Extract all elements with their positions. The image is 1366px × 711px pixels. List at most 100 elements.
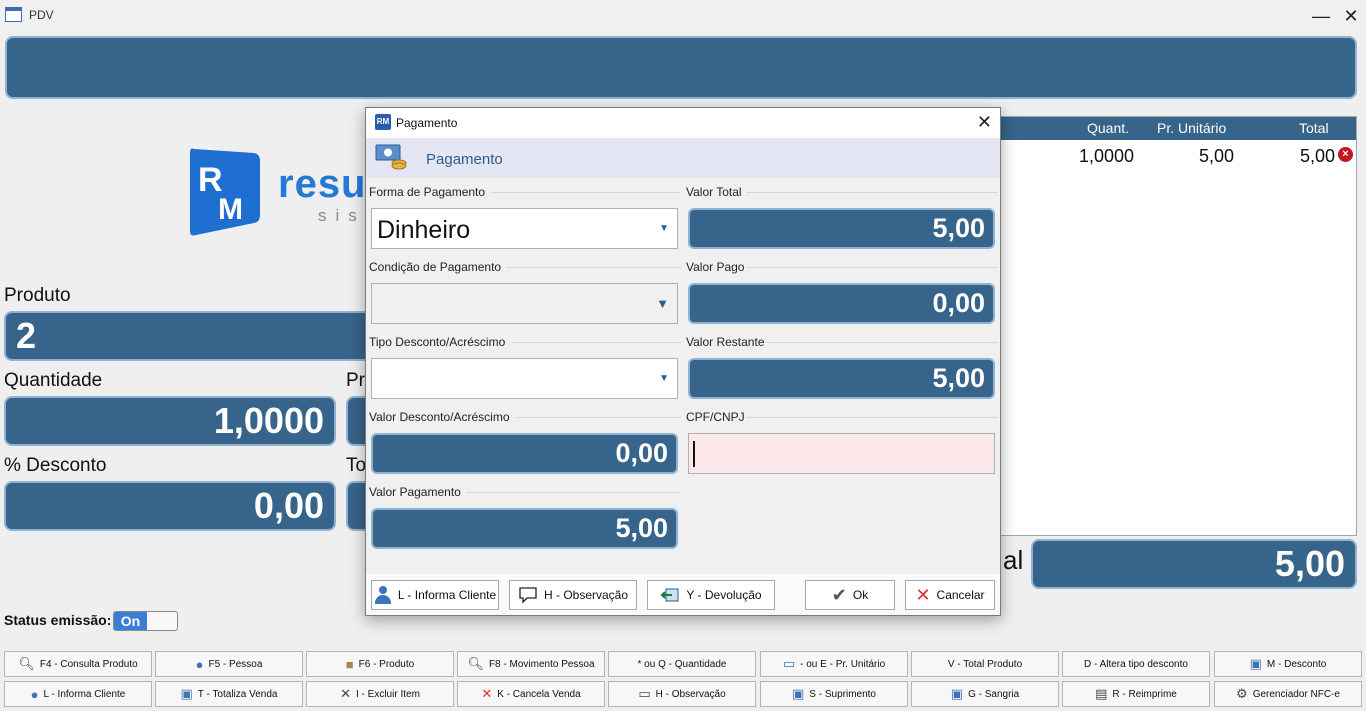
- search-icon: 🔍︎: [467, 656, 484, 671]
- money-icon: ▣: [180, 686, 193, 701]
- cancel-button[interactable]: ✕ Cancelar: [905, 580, 995, 610]
- quantidade-field[interactable]: 1,0000: [4, 396, 336, 446]
- forma-pagamento-select[interactable]: Dinheiro ▼: [371, 208, 678, 249]
- cancela-venda-button[interactable]: ✕ K - Cancela Venda: [457, 681, 605, 707]
- gerenciador-nfce-button[interactable]: ⚙ Gerenciador NFC-e: [1214, 681, 1362, 707]
- total-field: 5,00: [1031, 539, 1357, 589]
- row-total: 5,00: [1300, 146, 1336, 166]
- button-label: S - Suprimento: [809, 688, 876, 700]
- comment-icon: ▭: [638, 686, 651, 701]
- dialog-close-button[interactable]: ✕: [977, 112, 992, 133]
- button-label: V - Total Produto: [947, 658, 1023, 670]
- divider: [511, 342, 681, 343]
- divider: [466, 492, 681, 493]
- dialog-footer: L - Informa Cliente H - Observação Y - D…: [366, 574, 1000, 615]
- valor-total-field: 5,00: [688, 208, 995, 249]
- button-label: * ou Q - Quantidade: [637, 658, 727, 670]
- devolucao-button[interactable]: Y - Devolução: [647, 580, 775, 610]
- suprimento-button[interactable]: ▣ S - Suprimento: [760, 681, 908, 707]
- excluir-item-button[interactable]: ✕ I - Excluir Item: [306, 681, 454, 707]
- produto-button[interactable]: ■ F6 - Produto: [306, 651, 454, 677]
- money-icon: ▣: [792, 686, 805, 701]
- quantidade-button[interactable]: * ou Q - Quantidade: [608, 651, 756, 677]
- button-label: K - Cancela Venda: [497, 688, 581, 700]
- button-label: F8 - Movimento Pessoa: [488, 658, 595, 670]
- consulta-produto-button[interactable]: 🔍︎ F4 - Consulta Produto: [4, 651, 152, 677]
- total-label: al: [1003, 545, 1024, 575]
- status-toggle[interactable]: On: [113, 611, 178, 631]
- valor-desconto-label: Valor Desconto/Acréscimo: [369, 410, 510, 424]
- rm-app-icon: RM: [375, 114, 391, 130]
- user-icon: ●: [195, 656, 204, 672]
- cpf-cnpj-label: CPF/CNPJ: [686, 410, 745, 424]
- produto-label: Produto: [4, 285, 71, 306]
- user-icon: [374, 586, 392, 604]
- chevron-down-icon: ▼: [659, 223, 669, 234]
- price-icon: ▭: [782, 656, 796, 671]
- delete-item-icon[interactable]: ×: [1338, 147, 1353, 162]
- money-icon: [375, 144, 407, 170]
- minimize-button[interactable]: —: [1306, 4, 1336, 28]
- x-red-icon: ✕: [915, 584, 931, 605]
- condicao-pagamento-select[interactable]: ▼: [371, 283, 678, 324]
- button-label: H - Observação: [655, 688, 726, 700]
- forma-pagamento-label: Forma de Pagamento: [369, 185, 486, 199]
- valor-pagamento-label: Valor Pagamento: [369, 485, 461, 499]
- return-icon: [661, 588, 679, 602]
- items-table-header: Quant. Pr. Unitário Total: [1000, 117, 1356, 140]
- pessoa-button[interactable]: ● F5 - Pessoa: [155, 651, 303, 677]
- button-label: T - Totaliza Venda: [197, 688, 278, 700]
- informa-cliente-button[interactable]: L - Informa Cliente: [371, 580, 499, 610]
- desconto-field[interactable]: 0,00: [4, 481, 336, 531]
- logo-text: resu: [278, 162, 367, 206]
- valor-pagamento-field[interactable]: 5,00: [371, 508, 678, 549]
- money-icon: ▣: [950, 686, 964, 701]
- chevron-down-icon: ▼: [659, 373, 669, 384]
- desconto-button[interactable]: ▣ M - Desconto: [1214, 651, 1362, 677]
- col-pr-unitario: Pr. Unitário: [1157, 120, 1227, 136]
- valor-restante-field: 5,00: [688, 358, 995, 399]
- informa-cliente-button[interactable]: ● L - Informa Cliente: [4, 681, 152, 707]
- pagamento-dialog: RM Pagamento ✕ Pagamento Forma de Pagame…: [365, 107, 1001, 616]
- row-pr-unitario: 5,00: [1199, 146, 1235, 166]
- tipo-desconto-label: Tipo Desconto/Acréscimo: [369, 335, 506, 349]
- quantidade-label: Quantidade: [4, 370, 103, 391]
- close-window-button[interactable]: ✕: [1336, 4, 1366, 28]
- altera-tipo-desconto-button[interactable]: D - Altera tipo desconto: [1062, 651, 1210, 677]
- app-window-icon: [5, 7, 22, 22]
- total-item-label: To: [346, 455, 367, 476]
- divider: [506, 267, 681, 268]
- button-label: L - Informa Cliente: [43, 688, 126, 700]
- movimento-pessoa-button[interactable]: 🔍︎ F8 - Movimento Pessoa: [457, 651, 605, 677]
- money-icon: ▣: [1249, 656, 1262, 671]
- observacao-button[interactable]: H - Observação: [509, 580, 637, 610]
- comment-icon: [519, 587, 537, 604]
- top-banner: [5, 36, 1357, 99]
- table-row[interactable]: 1,0000 5,00 5,00: [1000, 140, 1356, 170]
- divider: [766, 342, 998, 343]
- observacao-button[interactable]: ▭ H - Observação: [608, 681, 756, 707]
- divider: [516, 417, 681, 418]
- divider: [746, 267, 998, 268]
- sangria-button[interactable]: ▣ G - Sangria: [911, 681, 1059, 707]
- valor-desconto-field[interactable]: 0,00: [371, 433, 678, 474]
- pr-unitario-button[interactable]: ▭ - ou E - Pr. Unitário: [760, 651, 908, 677]
- divider: [746, 192, 998, 193]
- ok-button[interactable]: ✔ Ok: [805, 580, 895, 610]
- total-produto-button[interactable]: V - Total Produto: [911, 651, 1059, 677]
- tipo-desconto-select[interactable]: ▼: [371, 358, 678, 399]
- window-titlebar: PDV — ✕: [0, 0, 1366, 32]
- totaliza-venda-button[interactable]: ▣ T - Totaliza Venda: [155, 681, 303, 707]
- dialog-titlebar: RM Pagamento ✕: [366, 108, 1000, 138]
- valor-pago-field: 0,00: [688, 283, 995, 324]
- button-label: - ou E - Pr. Unitário: [800, 658, 886, 670]
- forma-pagamento-value: Dinheiro: [377, 216, 471, 244]
- toggle-on-label: On: [114, 612, 147, 630]
- cpf-cnpj-input[interactable]: [688, 433, 995, 474]
- user-icon: ●: [30, 686, 39, 702]
- produto-field[interactable]: 2: [4, 311, 384, 361]
- button-label: M - Desconto: [1266, 658, 1327, 670]
- reimprime-button[interactable]: ▤ R - Reimprime: [1062, 681, 1210, 707]
- gear-icon: ⚙: [1236, 686, 1248, 701]
- x-red-icon: ✕: [481, 686, 493, 701]
